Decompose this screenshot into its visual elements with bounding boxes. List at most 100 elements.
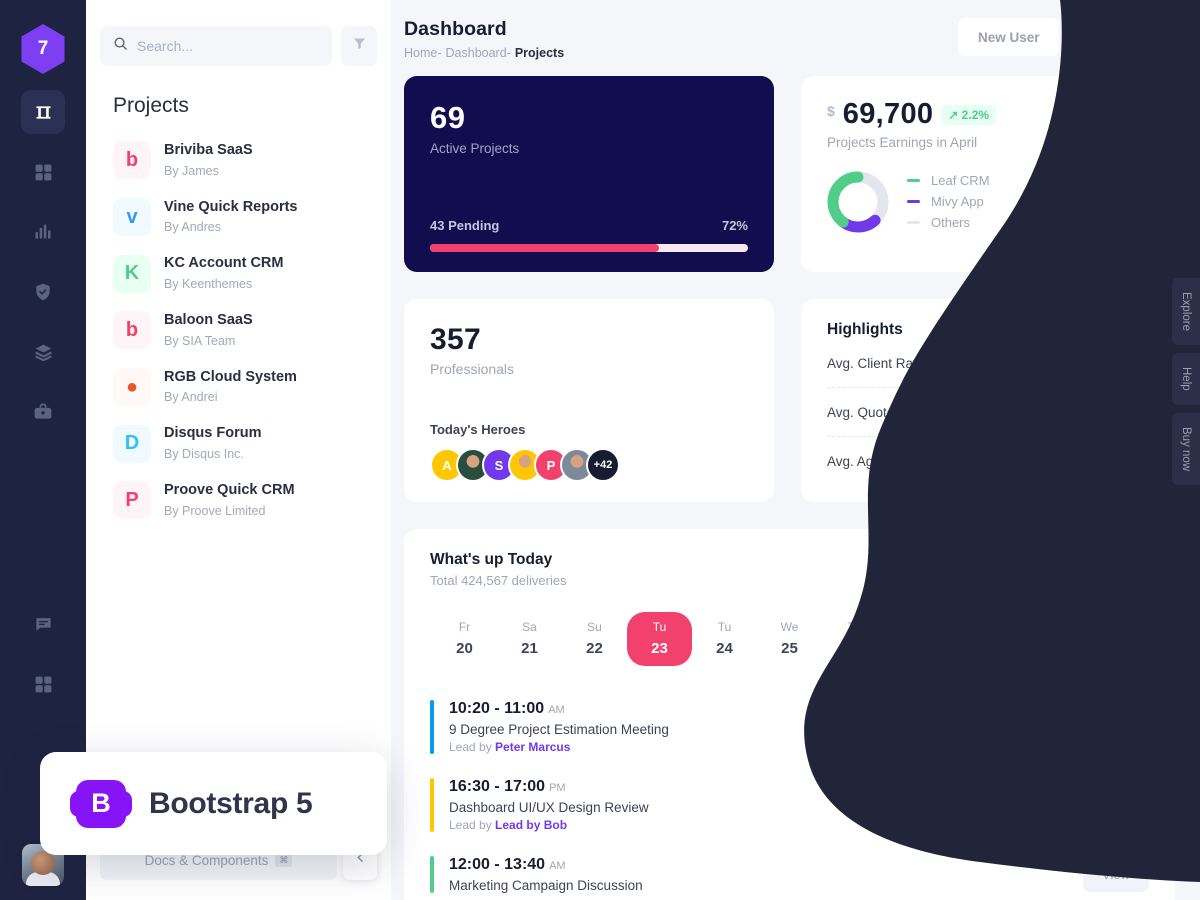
legend-dash-icon — [907, 221, 920, 224]
day-of-week: Th — [847, 620, 862, 634]
search-input[interactable] — [137, 38, 319, 54]
professionals-count: 357 — [430, 323, 481, 356]
edge-tab-explore[interactable]: Explore — [1172, 278, 1200, 345]
event-view-button[interactable]: View — [1083, 857, 1149, 892]
edge-tab-buy-now[interactable]: Buy now — [1172, 412, 1200, 485]
breadcrumb-item-0[interactable]: Home- — [404, 46, 442, 60]
project-list-item[interactable]: D Disqus Forum By Disqus Inc. — [100, 415, 377, 472]
event-color-bar — [430, 778, 434, 832]
day-cell[interactable]: Su 29 — [1017, 612, 1082, 666]
project-name: Baloon SaaS — [164, 312, 253, 329]
day-cell[interactable]: We 25 — [757, 612, 822, 666]
rail-item-briefcase[interactable] — [21, 390, 65, 434]
day-of-week: Mo — [1106, 620, 1123, 634]
day-cell[interactable]: Fr 20 — [432, 612, 497, 666]
app-logo-text: 7 — [37, 38, 49, 59]
day-number: 24 — [716, 640, 733, 657]
day-of-week: Sa — [977, 620, 992, 634]
project-author: By Andres — [164, 220, 221, 235]
day-cell[interactable]: Th 26 — [822, 612, 887, 666]
earnings-headline: $ 69,700 ↗ 2.2% — [827, 98, 1147, 131]
event-time-row: 12:00 - 13:40 AM — [449, 856, 643, 874]
app-logo[interactable]: 7 — [21, 24, 65, 74]
rail-item-dashboard[interactable] — [21, 90, 65, 134]
day-cell[interactable]: Sa 21 — [497, 612, 562, 666]
active-projects-label: Active Projects — [430, 141, 520, 156]
day-number: 20 — [456, 640, 473, 657]
event-lead-person[interactable]: Peter Marcus — [495, 740, 570, 754]
project-list-item[interactable]: K KC Account CRM By Keenthemes — [100, 245, 377, 302]
project-list-item[interactable]: v Vine Quick Reports By Andres — [100, 189, 377, 246]
new-user-button[interactable]: New User — [957, 18, 1060, 56]
day-number: 25 — [781, 640, 798, 657]
whats-up-header: What's up Today Total 424,567 deliveries… — [430, 551, 1149, 588]
project-logo-icon: K — [113, 254, 151, 293]
rail-item-apps[interactable] — [21, 662, 65, 706]
day-cell[interactable]: Mo 30 — [1082, 612, 1147, 666]
project-text: Vine Quick Reports By Andres — [164, 198, 298, 237]
project-list-item[interactable]: ● RGB Cloud System By Andrei — [100, 359, 377, 416]
event-ampm: AM — [548, 704, 565, 716]
active-projects-progress: 43 Pending 72% — [430, 218, 748, 252]
project-author: By Disqus Inc. — [164, 447, 244, 461]
event-view-button[interactable]: View — [1083, 710, 1149, 744]
earnings-chart-row: Leaf CRM $7,660 Mivy App $2,820 Others $45,25… — [827, 170, 1147, 233]
event-view-button[interactable]: View — [1083, 788, 1149, 822]
legend-value: $45,257 — [1100, 215, 1147, 230]
project-list-item[interactable]: P Proove Quick CRM By Proove Limited — [100, 472, 377, 529]
day-cell[interactable]: Su 22 — [562, 612, 627, 666]
breadcrumb-item-2: Projects — [514, 46, 565, 60]
progress-track — [430, 244, 748, 252]
project-logo-icon: D — [113, 424, 151, 463]
top-bar: Dashboard Home- Dashboard- Projects New Us… — [391, 0, 1200, 60]
rail-item-layers[interactable] — [21, 330, 65, 374]
day-number: 28 — [976, 640, 993, 657]
day-cell[interactable]: Fri 27 — [887, 612, 952, 666]
earnings-subtitle: Projects Earnings in April — [827, 135, 978, 150]
event-lead: Lead by Peter Marcus — [449, 740, 571, 754]
page-title: Dashboard — [404, 18, 507, 40]
hero-avatar-initial[interactable]: +42 — [586, 448, 620, 482]
cube-icon — [33, 102, 54, 123]
event-details: 16:30 - 17:00 PM Dashboard UI/UX Design Re… — [449, 778, 649, 832]
project-author: By Proove Limited — [164, 503, 266, 518]
search-box[interactable] — [100, 26, 332, 66]
legend-value: $2,820 — [1107, 194, 1147, 209]
report-center-button[interactable]: Report Cecnter — [1026, 551, 1149, 587]
project-name: Proove Quick CRM — [164, 482, 295, 499]
title-group: Dashboard Home- Dashboard- Projects — [404, 18, 564, 60]
highlight-value: 7.8/10 — [1108, 355, 1147, 371]
day-cell[interactable]: Tu 23 — [627, 612, 692, 666]
project-text: KC Account CRM By Keenthemes — [164, 254, 283, 293]
highlight-value: $2,309 — [1104, 453, 1147, 469]
filter-button[interactable] — [341, 26, 377, 66]
highlight-row: Avg. Quotes 730 — [827, 388, 1147, 437]
day-cell[interactable]: Tu 24 — [692, 612, 757, 666]
project-logo-icon: ● — [113, 368, 151, 407]
rail-item-chat[interactable] — [21, 602, 65, 646]
event-time-row: 16:30 - 17:00 PM — [449, 778, 649, 796]
day-cell[interactable]: Sa 28 — [952, 612, 1017, 666]
shield-check-icon — [33, 282, 53, 302]
project-list-item[interactable]: b Briviba SaaS By James — [100, 132, 377, 189]
new-goal-button[interactable]: New Goal — [1069, 18, 1175, 56]
day-number: 27 — [911, 640, 928, 657]
rail-item-analytics[interactable] — [21, 210, 65, 254]
project-author: By SIA Team — [164, 333, 236, 348]
project-list-item[interactable]: b Baloon SaaS By SIA Team — [100, 302, 377, 359]
rail-item-security[interactable] — [21, 270, 65, 314]
breadcrumb-item-1[interactable]: Dashboard- — [446, 46, 511, 60]
legend-label: Leaf CRM — [931, 173, 990, 188]
rail-item-grid[interactable] — [21, 150, 65, 194]
legend-value: $7,660 — [1107, 173, 1147, 188]
day-number: 30 — [1106, 640, 1123, 657]
project-text: Disqus Forum By Disqus Inc. — [164, 424, 261, 463]
event-lead-person[interactable]: Lead by Bob — [495, 818, 567, 832]
search-row — [86, 0, 391, 66]
day-number: 21 — [521, 640, 538, 657]
highlights-card: Highlights Avg. Client Rating 7.8/10 Avg. … — [801, 299, 1173, 502]
day-number: 26 — [846, 640, 863, 657]
project-author: By James — [164, 163, 219, 178]
briefcase-icon — [33, 402, 53, 422]
edge-tab-help[interactable]: Help — [1172, 353, 1200, 405]
